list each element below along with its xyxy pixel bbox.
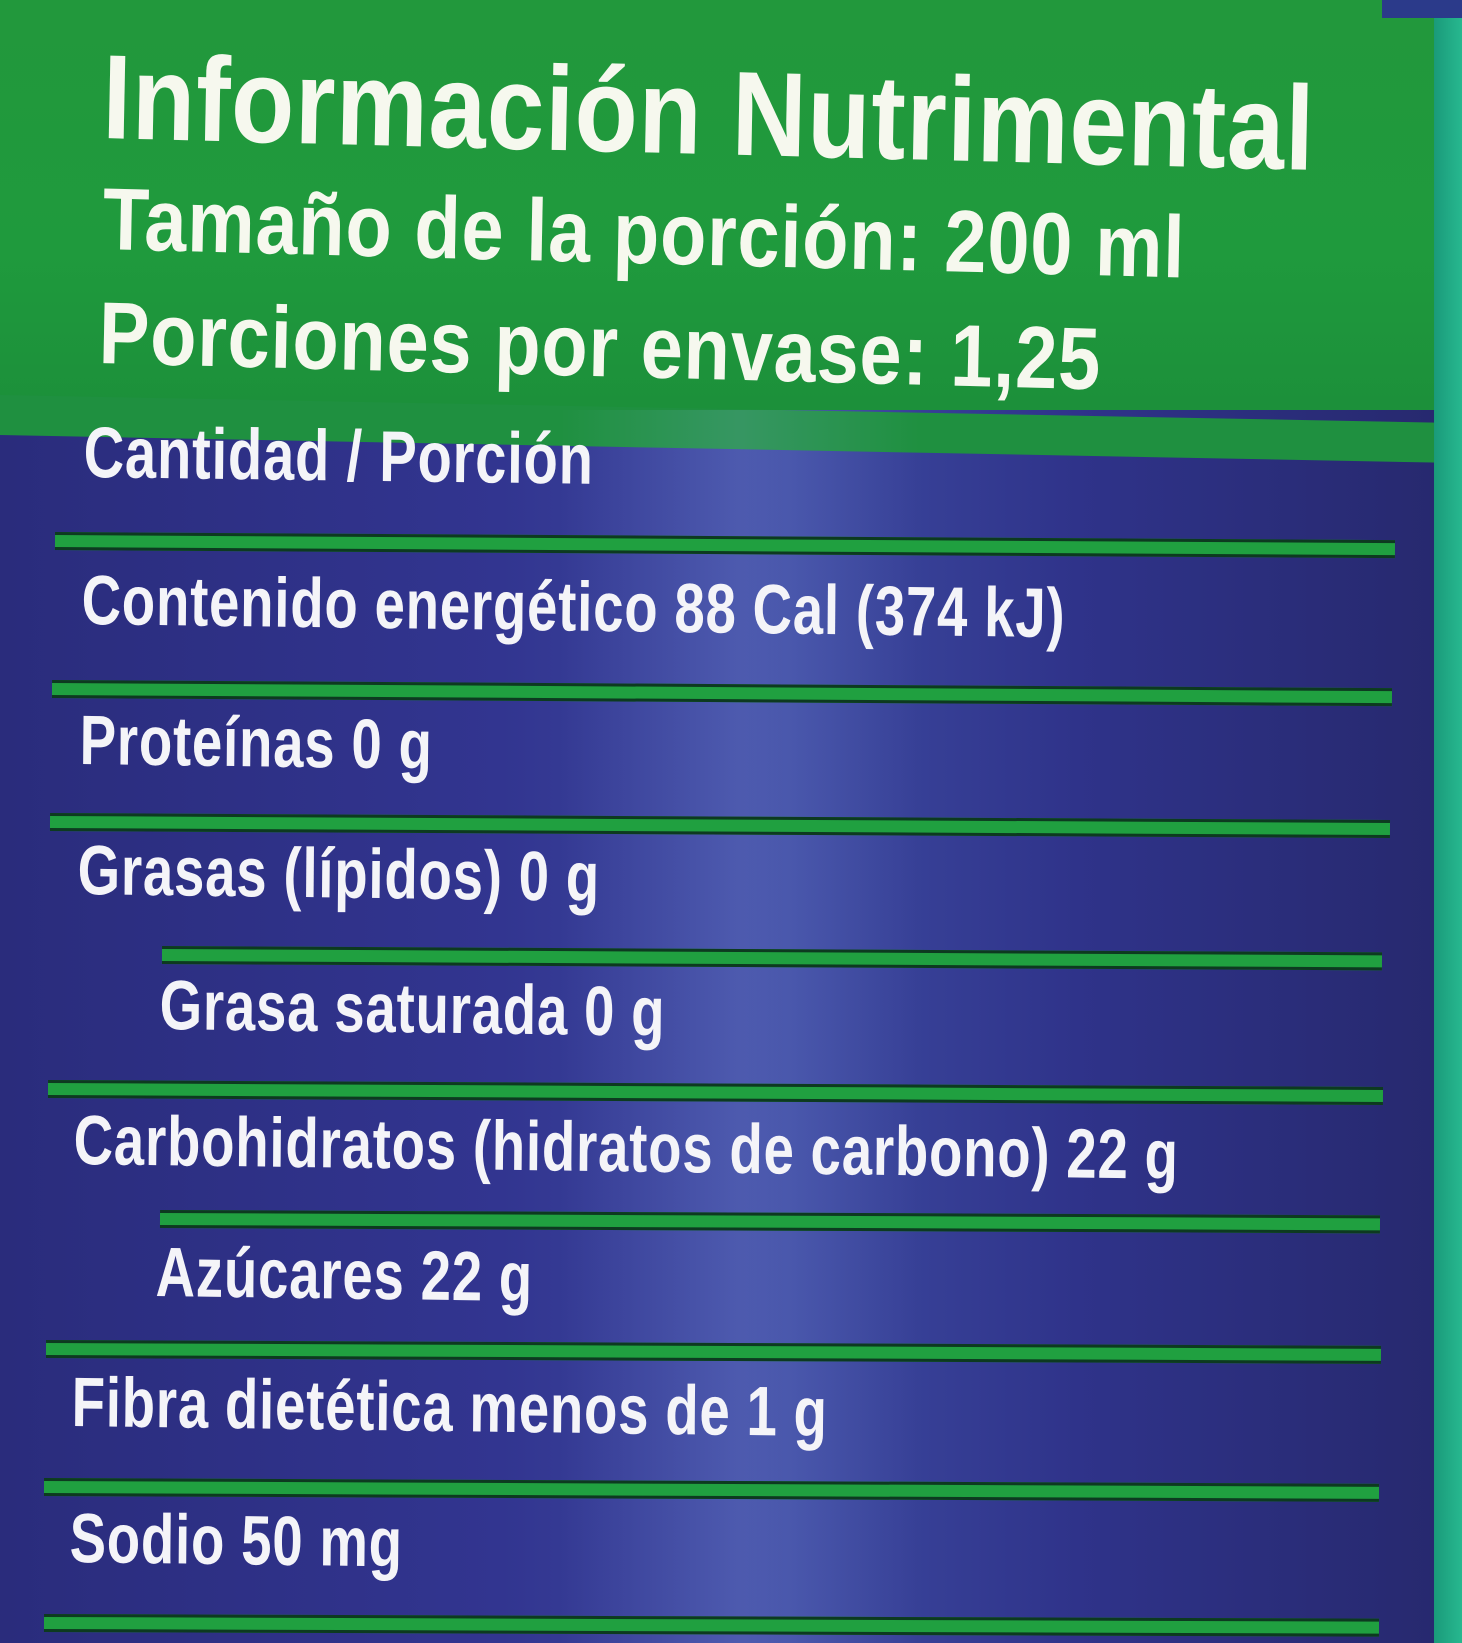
nutrition-label: Información Nutrimental Tamaño de la por… [0,0,1462,1643]
nutrient-row-protein: Proteínas 0 g [79,700,433,784]
nutrient-row-carbohydrates: Carbohidratos (hidratos de carbono) 22 g [73,1101,1180,1194]
nutrient-row-fiber: Fibra dietética menos de 1 g [71,1363,829,1452]
amount-per-serving: Cantidad / Porción [83,412,595,500]
package-corner [1382,0,1462,18]
nutrient-row-energy: Contenido energético 88 Cal (374 kJ) [81,560,1066,653]
nutrient-row-sodium: Sodio 50 mg [69,1499,404,1582]
nutrient-row-fat: Grasas (lípidos) 0 g [77,830,601,917]
nutrient-row-saturated-fat: Grasa saturada 0 g [159,965,666,1051]
package-edge [1434,0,1462,1643]
nutrient-row-sugars: Azúcares 22 g [155,1233,534,1317]
